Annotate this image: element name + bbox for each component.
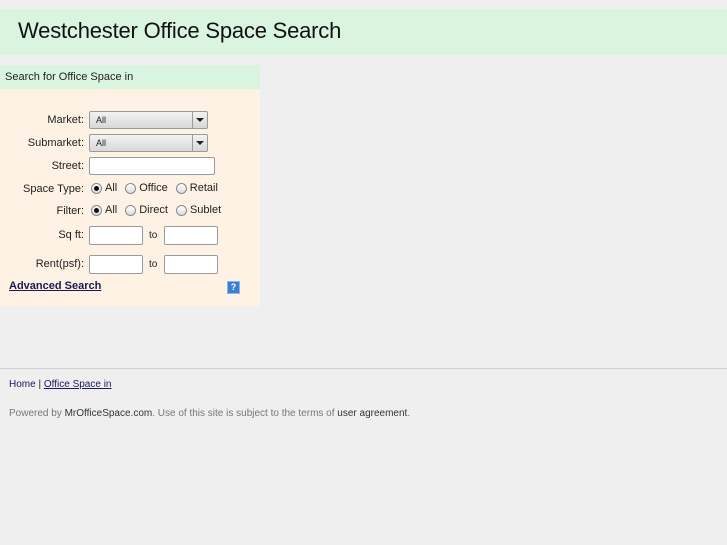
radio-checked-icon[interactable] [91, 182, 102, 194]
rent-row: Rent(psf): to [0, 255, 260, 275]
filter-all-radio[interactable]: All [91, 204, 117, 216]
market-select[interactable]: All [89, 111, 208, 129]
radio-label: Retail [189, 182, 218, 194]
submarket-select[interactable]: All [89, 134, 208, 152]
space-type-all-radio[interactable]: All [91, 182, 117, 194]
rent-to-label: to [149, 259, 158, 270]
radio-label: All [105, 182, 118, 194]
radio-unchecked-icon[interactable] [125, 204, 137, 216]
space-type-label: Space Type: [23, 183, 84, 195]
breadcrumb-separator: | [38, 379, 42, 390]
chevron-down-icon[interactable] [192, 135, 207, 151]
filter-row: Filter: All Direct Sublet [0, 202, 260, 222]
rent-min-input[interactable] [89, 255, 143, 274]
submarket-select-value: All [96, 138, 107, 148]
radio-unchecked-icon[interactable] [175, 204, 187, 216]
radio-label: Office [139, 182, 168, 194]
submarket-row: Submarket: All [0, 134, 260, 154]
brand-link[interactable]: MrOfficeSpace.com [65, 408, 153, 419]
radio-checked-icon[interactable] [91, 204, 102, 216]
powered-suffix: . [407, 408, 411, 419]
space-type-office-radio[interactable]: Office [125, 182, 168, 194]
advanced-search-link[interactable]: Advanced Search [9, 280, 101, 292]
market-row: Market: All [0, 111, 260, 131]
space-type-retail-radio[interactable]: Retail [175, 182, 218, 194]
radio-unchecked-icon[interactable] [125, 182, 137, 194]
submarket-label: Submarket: [27, 137, 84, 149]
rent-max-input[interactable] [164, 255, 218, 274]
space-type-radio-group: All Office Retail [91, 182, 226, 194]
street-label: Street: [51, 160, 84, 172]
filter-sublet-radio[interactable]: Sublet [175, 204, 222, 216]
radio-label: All [105, 204, 118, 216]
footer-divider [0, 368, 727, 369]
breadcrumb-current-link[interactable]: Office Space in [44, 379, 112, 390]
help-icon[interactable]: ? [227, 281, 240, 294]
chevron-down-icon[interactable] [192, 112, 207, 128]
sqft-max-input[interactable] [164, 226, 218, 245]
page-header: Westchester Office Space Search [0, 9, 727, 55]
page-title: Westchester Office Space Search [18, 18, 342, 43]
breadcrumb: Home | Office Space in [9, 379, 112, 390]
powered-prefix: Powered by [9, 408, 65, 419]
sqft-min-input[interactable] [89, 226, 143, 245]
filter-label: Filter: [56, 205, 85, 217]
sqft-label: Sq ft: [58, 229, 84, 241]
powered-by-text: Powered by MrOfficeSpace.com. Use of thi… [9, 408, 410, 419]
street-input[interactable] [89, 157, 215, 175]
radio-label: Direct [139, 204, 168, 216]
market-label: Market: [47, 114, 84, 126]
search-panel-title: Search for Office Space in [0, 65, 260, 89]
search-panel: Search for Office Space in Market: All S… [0, 65, 260, 306]
radio-label: Sublet [189, 204, 222, 216]
space-type-row: Space Type: All Office Retail [0, 180, 260, 200]
market-select-value: All [96, 115, 107, 125]
breadcrumb-home-link[interactable]: Home [9, 379, 36, 390]
rent-label: Rent(psf): [35, 258, 84, 270]
filter-radio-group: All Direct Sublet [91, 204, 229, 216]
user-agreement-link[interactable]: user agreement [337, 408, 407, 419]
street-row: Street: [0, 157, 260, 177]
powered-middle: . Use of this site is subject to the ter… [152, 408, 338, 419]
sqft-row: Sq ft: to [0, 226, 260, 246]
sqft-to-label: to [149, 230, 158, 241]
filter-direct-radio[interactable]: Direct [125, 204, 168, 216]
radio-unchecked-icon[interactable] [175, 182, 187, 194]
